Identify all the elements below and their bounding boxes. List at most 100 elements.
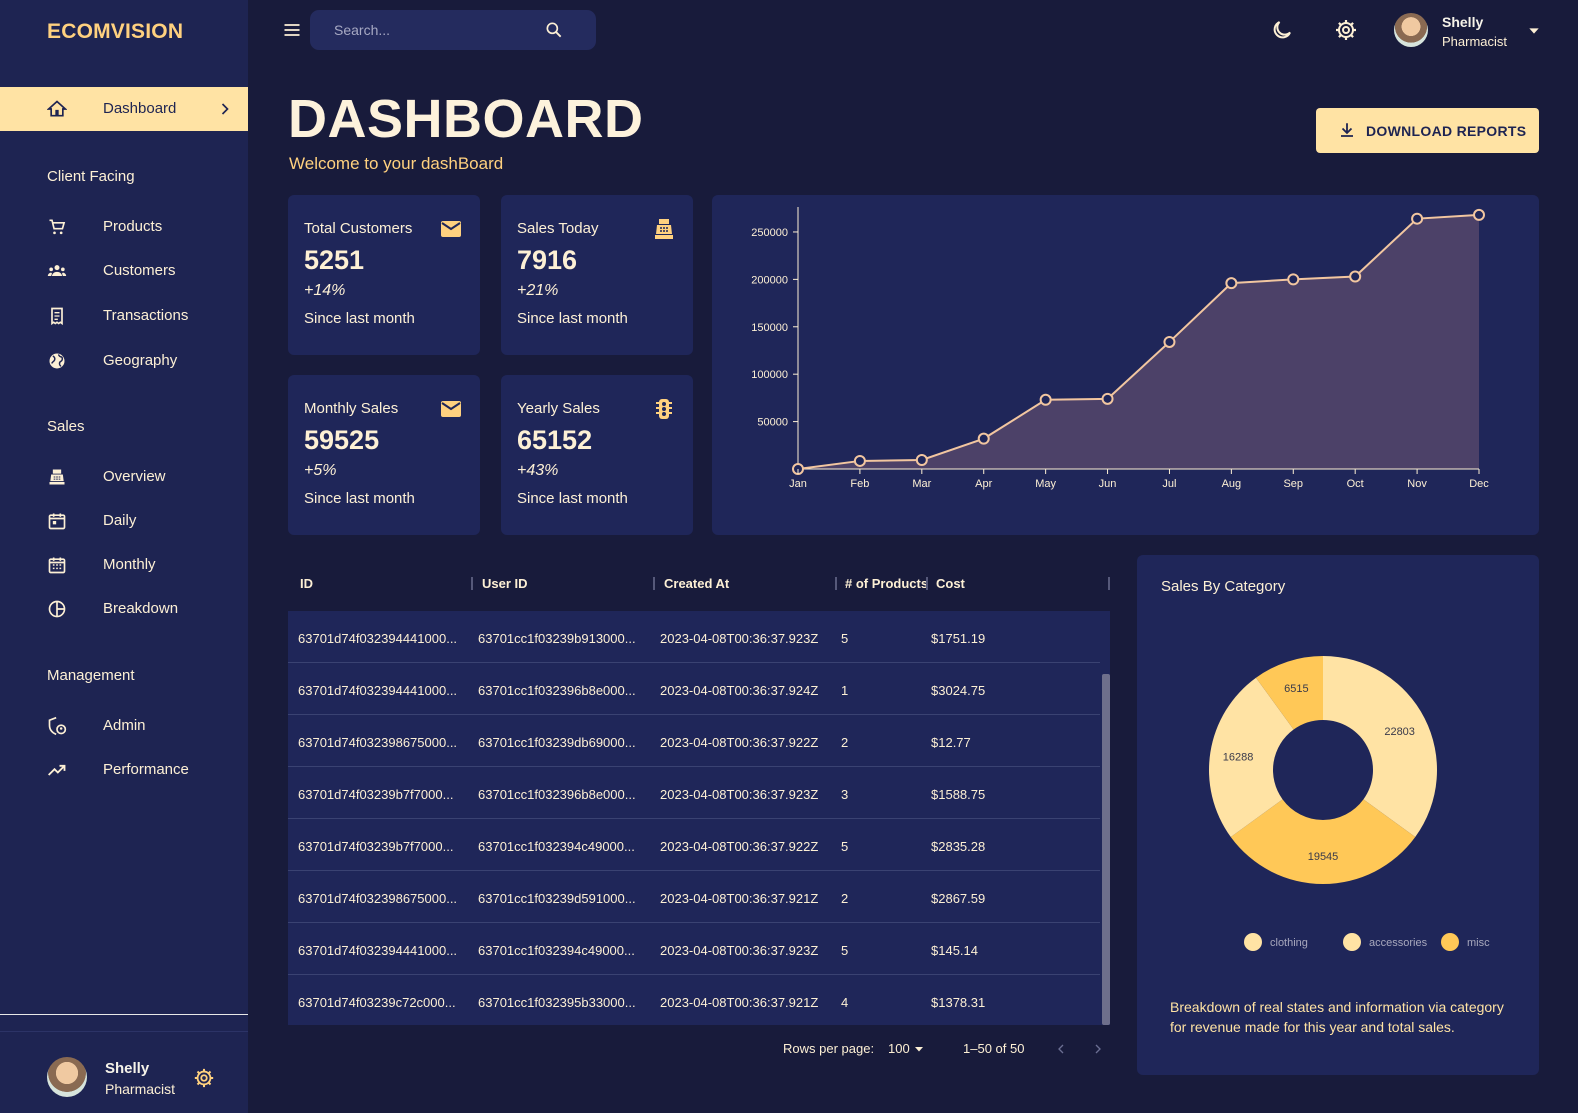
cell-cost: $2835.28 (931, 839, 986, 854)
avatar[interactable] (1394, 13, 1428, 47)
table-header: ID User ID Created At # of Products Cost (288, 555, 1116, 611)
x-tick-label: Apr (975, 478, 992, 490)
user-name: Shelly (105, 1060, 150, 1077)
data-point (1225, 277, 1238, 290)
sidebar-item-geography[interactable]: Geography (0, 339, 248, 383)
table-row[interactable]: 63701d74f03239c72c000... 63701cc1f032395b… (288, 975, 1100, 1025)
stat-since: Since last month (517, 490, 628, 507)
x-tick-label: Sep (1283, 478, 1303, 490)
menu-icon[interactable] (282, 20, 302, 40)
arrow-drop-down-icon[interactable] (913, 1043, 925, 1055)
column-header-id[interactable]: ID (300, 576, 313, 591)
page-title: DASHBOARD (288, 89, 644, 149)
calendar-today-icon (48, 513, 66, 530)
column-header-products[interactable]: # of Products (845, 576, 928, 591)
stat-since: Since last month (304, 310, 415, 327)
sidebar-item-label: Daily (103, 512, 137, 529)
sidebar-item-breakdown[interactable]: Breakdown (0, 587, 248, 631)
slice-label: 22803 (1384, 726, 1415, 738)
sidebar: ECOMVISION Dashboard Client Facing Produ… (0, 0, 248, 1113)
cell-user-id: 63701cc1f03239b913000... (478, 631, 636, 646)
column-separator[interactable] (471, 577, 473, 590)
column-separator[interactable] (653, 577, 655, 590)
stat-title: Yearly Sales (517, 400, 600, 417)
cell-id: 63701d74f03239b7f7000... (298, 787, 454, 802)
table-row[interactable]: 63701d74f032398675000... 63701cc1f03239db… (288, 715, 1100, 767)
transactions-table: ID User ID Created At # of Products Cost… (288, 555, 1116, 1025)
x-tick-label: Jan (789, 478, 807, 490)
home-icon (47, 100, 67, 117)
sales-line-chart: 50000 100000 150000 200000 250000 Jan Feb Mar Ap… (712, 195, 1539, 535)
x-tick-label: Aug (1222, 478, 1242, 490)
sidebar-item-overview[interactable]: Overview (0, 455, 248, 499)
sidebar-item-admin[interactable]: Admin (0, 704, 248, 748)
sidebar-item-customers[interactable]: Customers (0, 249, 248, 293)
user-role: Pharmacist (105, 1081, 176, 1097)
data-point (1039, 393, 1052, 406)
sidebar-item-label: Transactions (103, 307, 189, 324)
sidebar-item-daily[interactable]: Daily (0, 499, 248, 543)
dark-mode-icon[interactable] (1270, 18, 1294, 42)
download-reports-button[interactable]: DOWNLOAD REPORTS (1316, 108, 1539, 153)
cell-cost: $12.77 (931, 735, 971, 750)
cell-id: 63701d74f032398675000... (298, 735, 458, 750)
pie-slice (1323, 656, 1437, 838)
column-separator[interactable] (1108, 577, 1110, 590)
cell-created-at: 2023-04-08T00:36:37.923Z (660, 631, 819, 646)
gear-icon[interactable] (1334, 18, 1358, 42)
table-row[interactable]: 63701d74f032394441000... 63701cc1f03239b9… (288, 611, 1100, 663)
stat-value: 65152 (517, 425, 593, 455)
cell-products: 2 (841, 891, 849, 906)
x-tick-label: Nov (1407, 478, 1427, 490)
rows-per-page-select[interactable]: 100 (888, 1041, 910, 1056)
sidebar-item-label: Performance (103, 761, 189, 778)
avatar[interactable] (47, 1057, 87, 1097)
column-header-user-id[interactable]: User ID (482, 576, 528, 591)
table-row[interactable]: 63701d74f03239b7f7000... 63701cc1f032396b… (288, 767, 1100, 819)
user-role: Pharmacist (1442, 34, 1508, 49)
cell-user-id: 63701cc1f032396b8e000... (478, 683, 636, 698)
search-icon[interactable] (544, 20, 564, 40)
search-bar[interactable]: Search... (310, 10, 596, 50)
sidebar-item-products[interactable]: Products (0, 205, 248, 249)
table-scrollbar-thumb[interactable] (1102, 674, 1110, 1025)
table-row[interactable]: 63701d74f032398675000... 63701cc1f03239d5… (288, 871, 1100, 923)
sidebar-item-monthly[interactable]: Monthly (0, 543, 248, 587)
data-point (1287, 273, 1300, 286)
cart-icon (49, 219, 66, 235)
gear-icon[interactable] (193, 1067, 215, 1089)
section-management: Management (47, 667, 135, 684)
rows-per-page-label: Rows per page: (783, 1041, 875, 1056)
search-input[interactable]: Search... (334, 22, 390, 38)
topbar-user[interactable]: Shelly Pharmacist (1394, 13, 1554, 49)
chevron-right-icon (221, 103, 229, 115)
table-row[interactable]: 63701d74f03239b7f7000... 63701cc1f032394c… (288, 819, 1100, 871)
sidebar-item-label: Breakdown (103, 600, 179, 617)
cell-products: 1 (841, 683, 849, 698)
y-tick-label: 50000 (757, 417, 788, 429)
brand-logo[interactable]: ECOMVISION (47, 20, 183, 44)
column-separator[interactable] (926, 577, 928, 590)
y-tick-label: 250000 (751, 227, 788, 239)
sidebar-item-dashboard[interactable]: Dashboard (0, 87, 248, 131)
column-header-created-at[interactable]: Created At (664, 576, 729, 591)
x-tick-label: Jul (1162, 478, 1176, 490)
cell-id: 63701d74f032398675000... (298, 891, 458, 906)
table-row[interactable]: 63701d74f032394441000... 63701cc1f032396b… (288, 663, 1100, 715)
line-chart-svg: 50000 100000 150000 200000 250000 Jan Feb Mar Ap… (751, 207, 1489, 490)
pie-description: Breakdown of real states and information… (1170, 999, 1504, 1035)
stat-title: Total Customers (304, 220, 413, 237)
sidebar-item-performance[interactable]: Performance (0, 748, 248, 792)
pie-chart-svg: 22803 19545 16288 6515 clothing accessories mi… (1209, 656, 1490, 951)
arrow-drop-down-icon[interactable] (1526, 23, 1542, 39)
sidebar-item-label: Overview (103, 468, 166, 485)
sidebar-divider (0, 1031, 248, 1032)
column-separator[interactable] (835, 577, 837, 590)
pagination-range: 1–50 of 50 (963, 1041, 1025, 1056)
column-header-cost[interactable]: Cost (936, 576, 965, 591)
table-row[interactable]: 63701d74f032394441000... 63701cc1f032394c… (288, 923, 1100, 975)
sidebar-item-transactions[interactable]: Transactions (0, 294, 248, 338)
chevron-left-icon[interactable] (1053, 1041, 1069, 1057)
chevron-right-icon[interactable] (1090, 1041, 1106, 1057)
section-sales: Sales (47, 418, 85, 435)
